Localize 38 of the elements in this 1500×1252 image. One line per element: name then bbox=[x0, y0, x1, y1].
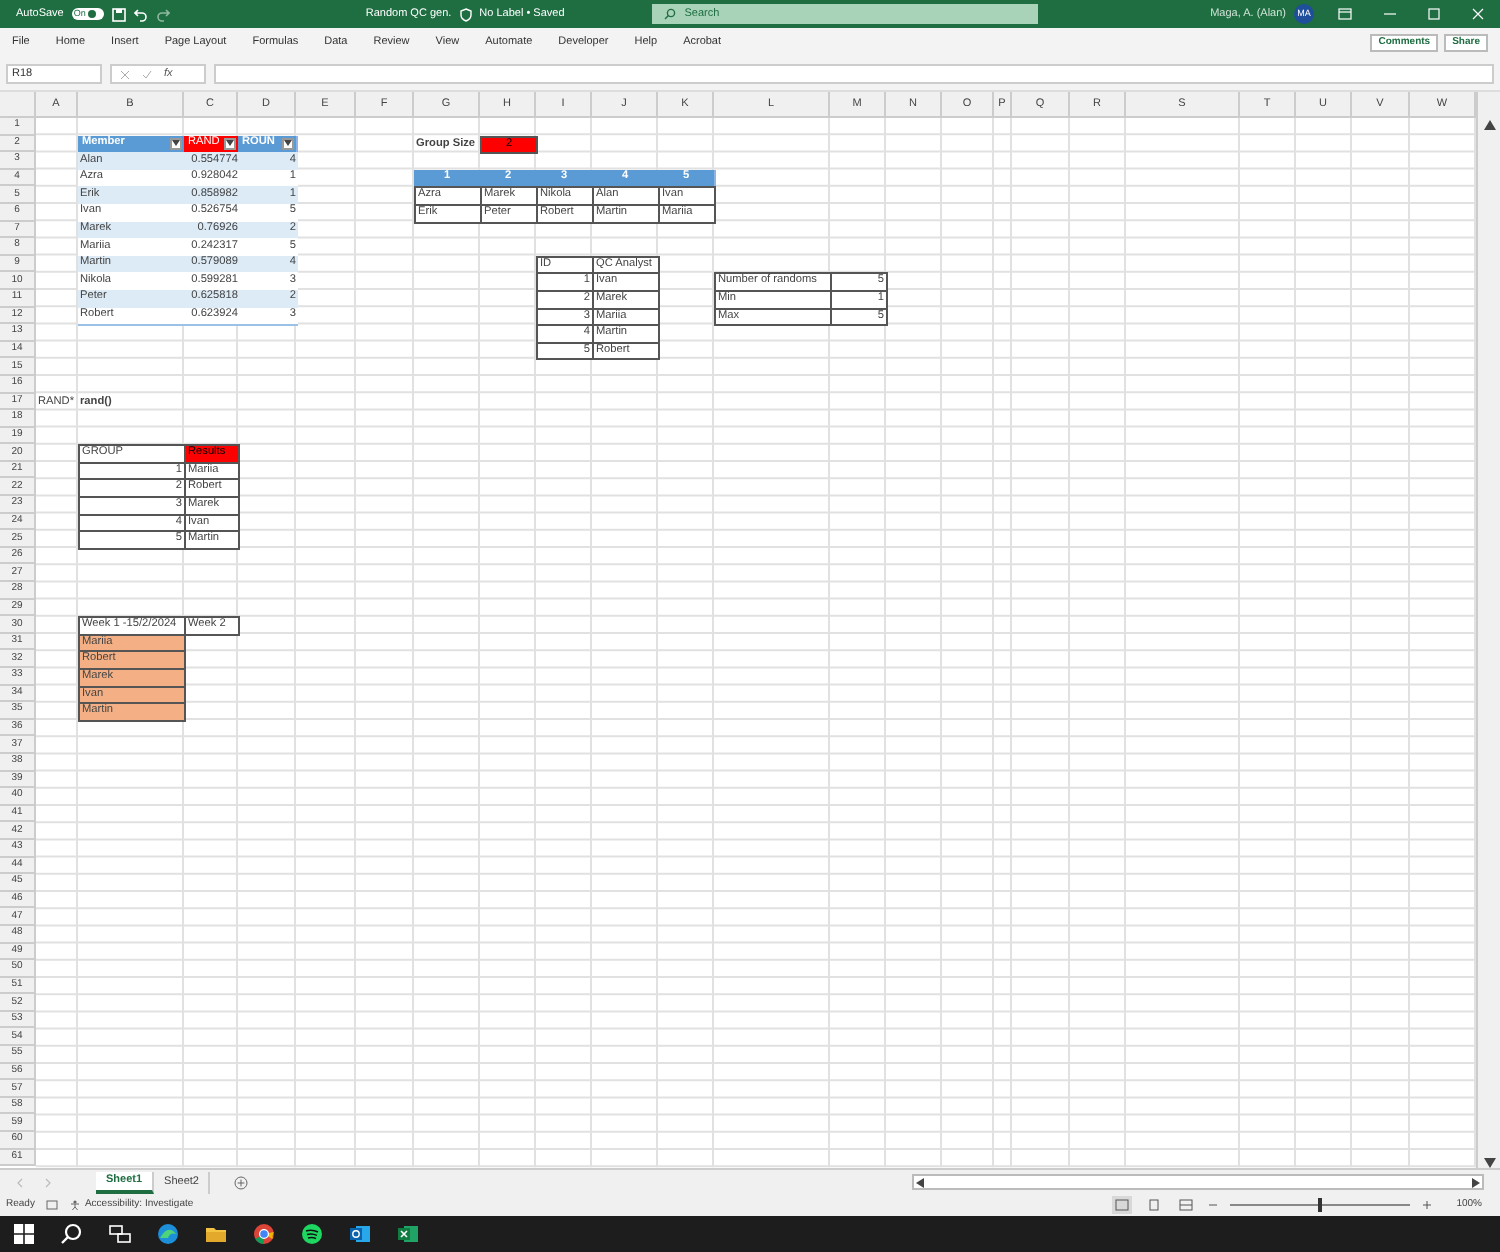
scroll-left-icon[interactable] bbox=[916, 1177, 924, 1187]
spreadsheet-app-icon[interactable] bbox=[396, 1222, 420, 1246]
maximize-icon[interactable] bbox=[1428, 8, 1440, 20]
page-break-icon[interactable] bbox=[1176, 1196, 1197, 1214]
vertical-scrollbar[interactable] bbox=[1476, 92, 1500, 1168]
redo-icon[interactable] bbox=[155, 7, 170, 21]
filter-button[interactable] bbox=[224, 137, 236, 150]
folder-icon[interactable] bbox=[204, 1222, 228, 1246]
caret-icon bbox=[284, 140, 292, 147]
add-sheet-icon[interactable] bbox=[234, 1175, 249, 1189]
scroll-up-icon[interactable] bbox=[1483, 120, 1495, 130]
caret-icon bbox=[226, 140, 234, 147]
formula-field[interactable] bbox=[214, 64, 1494, 84]
windows-start-icon[interactable] bbox=[12, 1222, 36, 1246]
filter-button[interactable] bbox=[170, 137, 182, 150]
zoom-thumb[interactable] bbox=[1318, 1198, 1323, 1212]
caret-icon bbox=[172, 140, 180, 147]
ribbon-display-icon[interactable] bbox=[1338, 8, 1352, 20]
chrome-icon[interactable] bbox=[252, 1222, 276, 1246]
normal-view-icon[interactable] bbox=[1112, 1196, 1133, 1214]
filter-button[interactable] bbox=[282, 137, 294, 150]
task-view-icon[interactable] bbox=[108, 1222, 132, 1246]
music-app-icon[interactable] bbox=[300, 1222, 324, 1246]
shield-icon bbox=[459, 7, 472, 21]
minimize-icon[interactable] bbox=[1384, 8, 1396, 20]
check-icon[interactable] bbox=[142, 69, 152, 79]
zoom-in-icon[interactable] bbox=[1422, 1200, 1433, 1210]
accessibility-icon[interactable] bbox=[70, 1200, 81, 1210]
undo-icon[interactable] bbox=[133, 7, 148, 21]
scroll-right-icon[interactable] bbox=[1472, 1177, 1480, 1187]
search-icon bbox=[664, 8, 677, 20]
horizontal-scrollbar[interactable] bbox=[912, 1174, 1484, 1190]
browser-wave-icon[interactable] bbox=[156, 1222, 180, 1246]
mail-app-icon[interactable] bbox=[348, 1222, 372, 1246]
macro-icon[interactable] bbox=[46, 1200, 59, 1210]
close-icon[interactable] bbox=[1472, 8, 1484, 20]
search-icon[interactable] bbox=[60, 1222, 84, 1246]
save-icon[interactable] bbox=[111, 7, 126, 21]
